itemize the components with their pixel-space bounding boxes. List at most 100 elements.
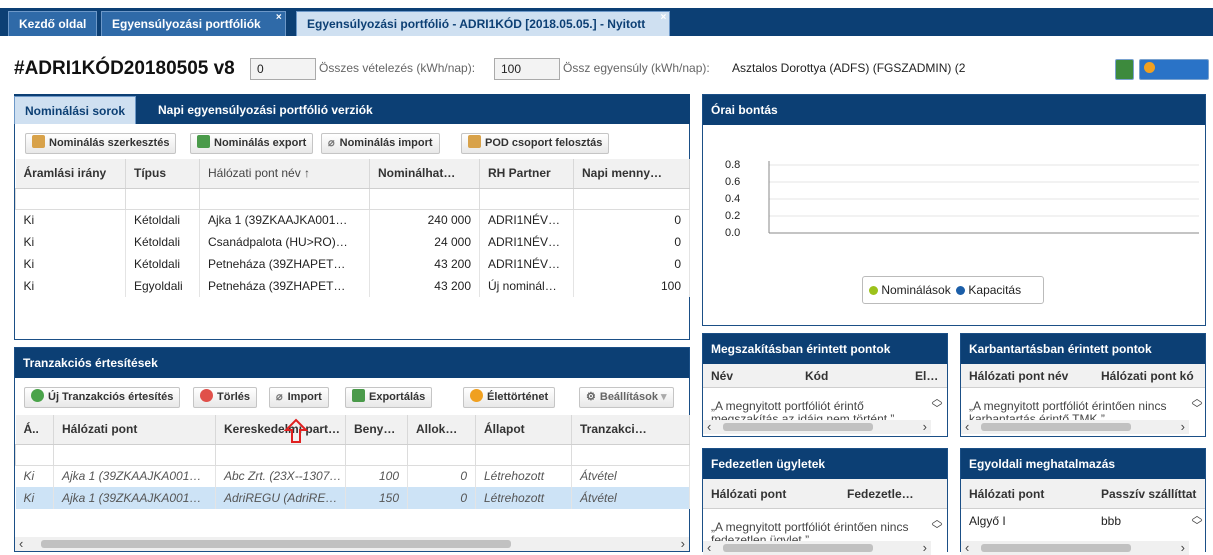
col-uncovered[interactable]: Fedezetle… bbox=[847, 487, 914, 501]
chevron-right-icon[interactable]: › bbox=[923, 420, 927, 434]
pod-split-button[interactable]: POD csoport felosztás bbox=[461, 133, 610, 154]
table-row[interactable]: Ki Kétoldali Petneháza (39ZHAPET… 43 200 ADR… bbox=[15, 253, 690, 275]
col-name[interactable]: Név bbox=[711, 369, 733, 383]
tab-portfolios[interactable]: Egyensúlyozási portfóliók × bbox=[101, 11, 286, 36]
chevron-right-icon[interactable]: › bbox=[923, 541, 927, 555]
delete-icon bbox=[200, 389, 213, 402]
chevron-right-icon[interactable]: › bbox=[1181, 420, 1185, 434]
scroll-arrows[interactable]: ︿ ﹀ bbox=[1191, 511, 1203, 532]
col-rh-partner[interactable]: RH Partner bbox=[479, 159, 574, 189]
filter-cell[interactable] bbox=[199, 187, 370, 210]
table-header: Á.. Hálózati pont Kereskedelmi part… Ben… bbox=[15, 415, 690, 445]
horizontal-scrollbar[interactable]: ‹ › bbox=[961, 541, 1189, 555]
col-code[interactable]: Kód bbox=[805, 369, 828, 383]
col-submitted[interactable]: Beny… bbox=[345, 415, 408, 445]
table-row-selected[interactable]: Ki Ajka 1 (39ZKAAJKA001… AdriREGU (AdriRE…… bbox=[15, 487, 690, 509]
history-button-transactions[interactable]: Élettörténet bbox=[463, 387, 556, 408]
col-daily-amount[interactable]: Napi menny… bbox=[573, 159, 690, 189]
filter-cell[interactable] bbox=[125, 187, 200, 210]
scroll-arrows[interactable]: ︿ ﹀ bbox=[931, 515, 943, 536]
scroll-arrows[interactable]: ︿ ﹀ bbox=[1191, 394, 1203, 415]
scrollbar-thumb[interactable] bbox=[41, 540, 511, 548]
horizontal-scrollbar[interactable]: ‹ › bbox=[703, 541, 931, 555]
legend-capacity[interactable]: Kapacitás bbox=[968, 283, 1021, 297]
horizontal-scrollbar[interactable]: ‹ › bbox=[961, 420, 1189, 434]
chevron-left-icon[interactable]: ‹ bbox=[965, 541, 969, 555]
col-nominatable[interactable]: Nominálhat… bbox=[369, 159, 480, 189]
cell: Algyő I bbox=[969, 514, 1006, 528]
horizontal-scrollbar[interactable]: ‹ › bbox=[15, 537, 689, 551]
col-transaction[interactable]: Tranzakci… bbox=[571, 415, 690, 445]
table-row[interactable]: Ki Kétoldali Ajka 1 (39ZKAAJKA001… 240 000 A… bbox=[15, 209, 690, 231]
col-direction[interactable]: Á.. bbox=[15, 415, 54, 445]
chevron-left-icon[interactable]: ‹ bbox=[707, 420, 711, 434]
col-network-point[interactable]: Hálózati pont bbox=[969, 487, 1044, 501]
export-icon bbox=[197, 135, 210, 148]
filter-cell[interactable] bbox=[407, 443, 476, 466]
close-icon[interactable]: × bbox=[276, 5, 282, 30]
table-row[interactable]: Ki Egyoldali Petneháza (39ZHAPET… 43 200 Új … bbox=[15, 275, 690, 297]
table-row[interactable]: Ki Ajka 1 (39ZKAAJKA001… Abc Zrt. (23X--13… bbox=[15, 465, 690, 487]
close-icon[interactable]: × bbox=[660, 5, 666, 30]
filter-cell[interactable] bbox=[369, 187, 480, 210]
nomination-edit-button[interactable]: Nominálás szerkesztés bbox=[25, 133, 177, 154]
chevron-left-icon[interactable]: ‹ bbox=[965, 420, 969, 434]
cell: Ajka 1 (39ZKAAJKA001… bbox=[199, 209, 370, 231]
export-button[interactable]: Exportálás bbox=[345, 387, 433, 408]
field-1[interactable]: 0 bbox=[250, 58, 316, 80]
total-purchase-field[interactable]: 100 bbox=[494, 58, 560, 80]
col-flow-direction[interactable]: Áramlási irány bbox=[15, 159, 126, 189]
cell: 240 000 bbox=[369, 209, 480, 231]
delete-button[interactable]: Törlés bbox=[193, 387, 258, 408]
new-transaction-button[interactable]: Új Tranzakciós értesítés bbox=[24, 387, 181, 408]
col-trading-partner[interactable]: Kereskedelmi part… bbox=[215, 415, 346, 445]
legend-nominations[interactable]: Nominálások bbox=[881, 283, 950, 297]
uncovered-header: Hálózati pont Fedezetle… bbox=[703, 479, 947, 509]
scrollbar-thumb[interactable] bbox=[723, 544, 873, 552]
filter-cell[interactable] bbox=[15, 443, 54, 466]
cell: 0 bbox=[573, 231, 690, 253]
filter-cell[interactable] bbox=[479, 187, 574, 210]
chevron-left-icon[interactable]: ‹ bbox=[707, 541, 711, 555]
y-tick: 0.8 bbox=[725, 159, 741, 171]
chevron-right-icon[interactable]: › bbox=[681, 537, 685, 551]
scrollbar-thumb[interactable] bbox=[981, 423, 1131, 431]
refresh-icon[interactable] bbox=[1115, 59, 1134, 80]
table-row[interactable]: Algyő I bbb bbox=[961, 509, 1189, 531]
col-network-point[interactable]: Hálózati pont bbox=[711, 487, 786, 501]
filter-cell[interactable] bbox=[345, 443, 408, 466]
col-type[interactable]: Típus bbox=[125, 159, 200, 189]
tab-daily-versions[interactable]: Napi egyensúlyozási portfólió verziók bbox=[148, 96, 383, 124]
col-network-point-code[interactable]: Hálózati pont kó bbox=[1101, 369, 1194, 383]
nomination-export-button[interactable]: Nominálás export bbox=[190, 133, 314, 154]
table-row[interactable]: Ki Kétoldali Csanádpalota (HU>RO)… 24 000 AD… bbox=[15, 231, 690, 253]
col-network-point-name[interactable]: Hálózati pont név bbox=[969, 369, 1068, 383]
filter-cell[interactable] bbox=[475, 443, 572, 466]
chevron-left-icon[interactable]: ‹ bbox=[19, 537, 23, 551]
tab-home[interactable]: Kezdő oldal bbox=[8, 11, 98, 36]
import-button[interactable]: ⌀ Import bbox=[269, 387, 329, 408]
split-icon bbox=[468, 135, 481, 148]
tab-portfolio-detail[interactable]: Egyensúlyozási portfólió - ADRI1KÓD [201… bbox=[296, 11, 671, 36]
filter-cell[interactable] bbox=[215, 443, 346, 466]
chevron-right-icon[interactable]: › bbox=[1181, 541, 1185, 555]
scrollbar-thumb[interactable] bbox=[981, 544, 1131, 552]
col-status[interactable]: Állapot bbox=[475, 415, 572, 445]
filter-cell[interactable] bbox=[571, 443, 690, 466]
filter-cell[interactable] bbox=[53, 443, 216, 466]
col-allocated[interactable]: Allok… bbox=[407, 415, 476, 445]
horizontal-scrollbar[interactable]: ‹ › bbox=[703, 420, 931, 434]
tab-nomination-rows[interactable]: Nominálási sorok bbox=[14, 96, 137, 124]
scroll-arrows[interactable]: ︿ ﹀ bbox=[931, 394, 943, 415]
filter-cell[interactable] bbox=[15, 187, 126, 210]
scrollbar-thumb[interactable] bbox=[723, 423, 873, 431]
filter-cell[interactable] bbox=[573, 187, 690, 210]
nomination-import-button[interactable]: ⌀ Nominálás import bbox=[321, 133, 440, 154]
col-el[interactable]: El… bbox=[915, 369, 938, 383]
col-passive-shipper[interactable]: Passzív szállíttat bbox=[1101, 487, 1196, 501]
col-network-point[interactable]: Hálózati pont bbox=[53, 415, 216, 445]
col-network-point[interactable]: Hálózati pont név ↑ bbox=[199, 159, 370, 189]
history-button[interactable]: Élettörténet bbox=[1139, 59, 1209, 94]
uncovered-panel-title: Fedezetlen ügyletek bbox=[703, 449, 947, 479]
settings-button[interactable]: ⚙ Beállítások ▾ bbox=[579, 387, 674, 408]
